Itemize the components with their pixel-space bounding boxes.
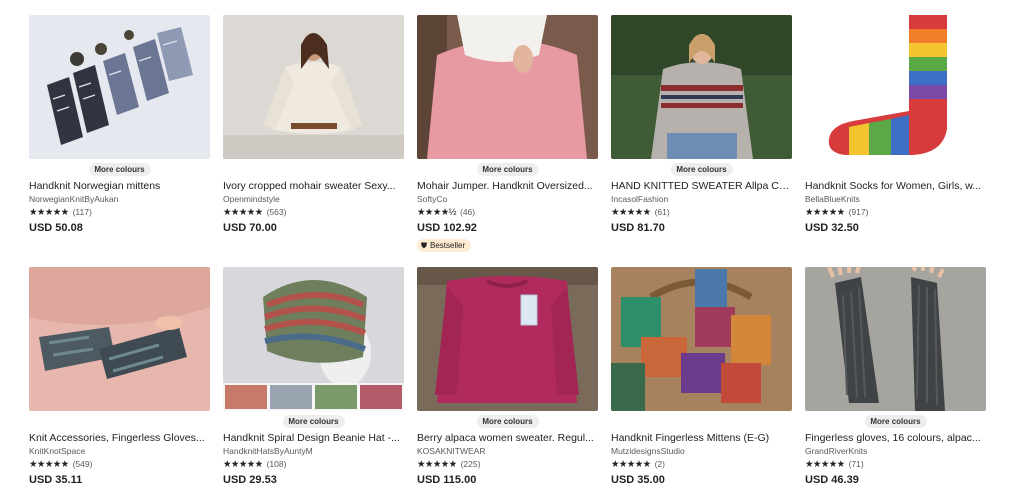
review-count: (225) <box>460 459 481 469</box>
listing-title[interactable]: HAND KNITTED SWEATER Allpa Co... <box>611 180 792 193</box>
rating: ★★★★★ (61) <box>611 207 792 218</box>
review-count: (71) <box>848 459 864 469</box>
listing-title[interactable]: Handknit Spiral Design Beanie Hat -... <box>223 432 404 445</box>
listing-image[interactable] <box>805 15 986 159</box>
bestseller-badge: ⛊ Bestseller <box>417 239 472 252</box>
listing-image[interactable] <box>29 15 210 159</box>
listing-grid-row-1: More colours Handknit Norwegian mittens No… <box>29 15 986 253</box>
listing-card[interactable]: More colours Fingerless gloves, 16 colour… <box>805 267 986 487</box>
star-rating-icon: ★★★★★ <box>29 459 69 470</box>
listing-price: USD 81.70 <box>611 222 665 234</box>
listing-card[interactable]: Handknit Fingerless Mittens (E-G) Mutzide… <box>611 267 792 487</box>
rating: ★★★★★ (71) <box>805 459 986 470</box>
shop-name: KnitKnotSpace <box>29 446 86 456</box>
listing-price: USD 115.00 <box>417 474 477 486</box>
listing-image[interactable] <box>223 15 404 159</box>
more-colours-pill: More colours <box>282 415 345 428</box>
shop-name: IncasolFashion <box>611 194 669 204</box>
listing-image[interactable] <box>611 267 792 411</box>
rating: ★★★★★ (549) <box>29 459 210 470</box>
rating: ★★★★★ (2) <box>611 459 792 470</box>
shop-name: GrandRiverKnits <box>805 446 868 456</box>
listing-title[interactable]: Fingerless gloves, 16 colours, alpac... <box>805 432 986 445</box>
bestseller-label: Bestseller <box>430 241 466 250</box>
listing-title[interactable]: Handknit Norwegian mittens <box>29 180 210 193</box>
bestseller-icon: ⛊ <box>421 241 427 250</box>
listing-title[interactable]: Berry alpaca women sweater. Regul... <box>417 432 598 445</box>
listing-price: USD 35.00 <box>611 474 665 486</box>
listing-image[interactable] <box>223 267 404 411</box>
more-colours-pill: More colours <box>476 415 539 428</box>
listing-price: USD 70.00 <box>223 222 277 234</box>
shop-name: MutzidesignsStudio <box>611 446 685 456</box>
star-rating-icon: ★★★★½ <box>417 207 457 218</box>
listing-card[interactable]: Handknit Socks for Women, Girls, w... Bel… <box>805 15 986 253</box>
star-rating-icon: ★★★★★ <box>805 207 845 218</box>
rating: ★★★★★ (108) <box>223 459 404 470</box>
review-count: (117) <box>72 207 92 217</box>
star-rating-icon: ★★★★★ <box>805 459 845 470</box>
more-colours-pill: More colours <box>476 163 539 176</box>
star-rating-icon: ★★★★★ <box>611 459 651 470</box>
listing-price: USD 35.11 <box>29 474 83 486</box>
review-count: (61) <box>654 207 670 217</box>
listing-card[interactable]: More colours Handknit Norwegian mittens No… <box>29 15 210 253</box>
listing-grid-row-2: Knit Accessories, Fingerless Gloves... Kn… <box>29 267 986 487</box>
listing-card[interactable]: More colours Handknit Spiral Design Beani… <box>223 267 404 487</box>
star-rating-icon: ★★★★★ <box>417 459 457 470</box>
rating: ★★★★★ (563) <box>223 207 404 218</box>
listing-card[interactable]: Ivory cropped mohair sweater Sexy... Open… <box>223 15 404 253</box>
more-colours-pill: More colours <box>670 163 733 176</box>
more-colours-pill: More colours <box>864 415 927 428</box>
listing-image[interactable] <box>417 267 598 411</box>
rating: ★★★★½ (46) <box>417 207 598 218</box>
listing-title[interactable]: Ivory cropped mohair sweater Sexy... <box>223 180 404 193</box>
star-rating-icon: ★★★★★ <box>29 207 69 218</box>
star-rating-icon: ★★★★★ <box>223 207 263 218</box>
review-count: (2) <box>654 459 665 469</box>
listing-card[interactable]: More colours HAND KNITTED SWEATER Allpa C… <box>611 15 792 253</box>
listing-title[interactable]: Handknit Fingerless Mittens (E-G) <box>611 432 792 445</box>
review-count: (563) <box>266 207 287 217</box>
review-count: (917) <box>848 207 869 217</box>
more-colours-pill: More colours <box>88 163 151 176</box>
listing-card[interactable]: More colours Mohair Jumper. Handknit Over… <box>417 15 598 253</box>
star-rating-icon: ★★★★★ <box>611 207 651 218</box>
rating: ★★★★★ (225) <box>417 459 598 470</box>
listing-card[interactable]: Knit Accessories, Fingerless Gloves... Kn… <box>29 267 210 487</box>
shop-name: NorwegianKnitByAukan <box>29 194 119 204</box>
rating: ★★★★★ (917) <box>805 207 986 218</box>
rating: ★★★★★ (117) <box>29 207 210 218</box>
listing-price: USD 32.50 <box>805 222 859 234</box>
listing-card[interactable]: More colours Berry alpaca women sweater. … <box>417 267 598 487</box>
listing-price: USD 102.92 <box>417 222 477 234</box>
shop-name: SoftyCo <box>417 194 448 204</box>
listing-image[interactable] <box>417 15 598 159</box>
shop-name: KOSAKNITWEAR <box>417 446 486 456</box>
listing-price: USD 29.53 <box>223 474 277 486</box>
shop-name: HandknitHatsByAuntyM <box>223 446 313 456</box>
listing-title[interactable]: Mohair Jumper. Handknit Oversized... <box>417 180 598 193</box>
listing-title[interactable]: Knit Accessories, Fingerless Gloves... <box>29 432 210 445</box>
review-count: (108) <box>266 459 287 469</box>
review-count: (549) <box>72 459 93 469</box>
listing-image[interactable] <box>611 15 792 159</box>
listing-title[interactable]: Handknit Socks for Women, Girls, w... <box>805 180 986 193</box>
listing-price: USD 50.08 <box>29 222 83 234</box>
shop-name: Openmindstyle <box>223 194 280 204</box>
shop-name: BellaBlueKnits <box>805 194 860 204</box>
listing-image[interactable] <box>29 267 210 411</box>
listing-image[interactable] <box>805 267 986 411</box>
star-rating-icon: ★★★★★ <box>223 459 263 470</box>
listing-price: USD 46.39 <box>805 474 859 486</box>
review-count: (46) <box>460 207 476 217</box>
